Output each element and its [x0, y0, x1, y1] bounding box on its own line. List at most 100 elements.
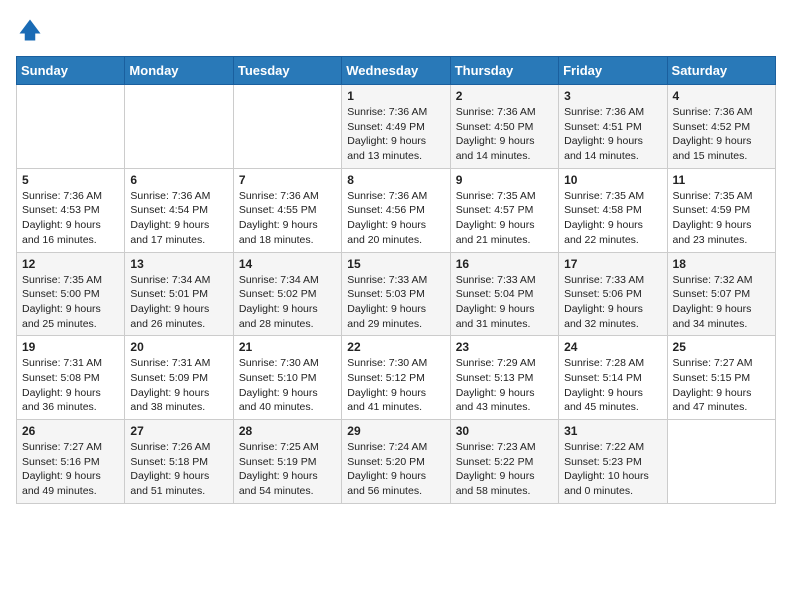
- weekday-header-monday: Monday: [125, 57, 233, 85]
- day-number: 15: [347, 257, 444, 271]
- day-number: 14: [239, 257, 336, 271]
- day-info: Sunrise: 7:34 AM Sunset: 5:02 PM Dayligh…: [239, 273, 336, 332]
- day-info: Sunrise: 7:36 AM Sunset: 4:52 PM Dayligh…: [673, 105, 770, 164]
- day-info: Sunrise: 7:26 AM Sunset: 5:18 PM Dayligh…: [130, 440, 227, 499]
- weekday-header-wednesday: Wednesday: [342, 57, 450, 85]
- day-number: 22: [347, 340, 444, 354]
- day-number: 24: [564, 340, 661, 354]
- calendar-day-cell: 28 Sunrise: 7:25 AM Sunset: 5:19 PM Dayli…: [233, 420, 341, 504]
- calendar-day-cell: 15 Sunrise: 7:33 AM Sunset: 5:03 PM Dayli…: [342, 252, 450, 336]
- calendar-day-cell: 13 Sunrise: 7:34 AM Sunset: 5:01 PM Dayli…: [125, 252, 233, 336]
- calendar-empty-cell: [667, 420, 775, 504]
- logo-icon: [16, 16, 44, 44]
- day-number: 10: [564, 173, 661, 187]
- calendar-empty-cell: [125, 85, 233, 169]
- day-info: Sunrise: 7:24 AM Sunset: 5:20 PM Dayligh…: [347, 440, 444, 499]
- day-info: Sunrise: 7:36 AM Sunset: 4:53 PM Dayligh…: [22, 189, 119, 248]
- day-number: 27: [130, 424, 227, 438]
- day-number: 26: [22, 424, 119, 438]
- day-info: Sunrise: 7:31 AM Sunset: 5:08 PM Dayligh…: [22, 356, 119, 415]
- day-number: 13: [130, 257, 227, 271]
- weekday-header-friday: Friday: [559, 57, 667, 85]
- day-number: 3: [564, 89, 661, 103]
- day-info: Sunrise: 7:34 AM Sunset: 5:01 PM Dayligh…: [130, 273, 227, 332]
- day-number: 25: [673, 340, 770, 354]
- calendar-day-cell: 10 Sunrise: 7:35 AM Sunset: 4:58 PM Dayli…: [559, 168, 667, 252]
- calendar-day-cell: 29 Sunrise: 7:24 AM Sunset: 5:20 PM Dayli…: [342, 420, 450, 504]
- day-number: 8: [347, 173, 444, 187]
- logo: [16, 16, 48, 44]
- calendar-day-cell: 4 Sunrise: 7:36 AM Sunset: 4:52 PM Daylig…: [667, 85, 775, 169]
- calendar-day-cell: 1 Sunrise: 7:36 AM Sunset: 4:49 PM Daylig…: [342, 85, 450, 169]
- day-info: Sunrise: 7:29 AM Sunset: 5:13 PM Dayligh…: [456, 356, 553, 415]
- calendar-day-cell: 8 Sunrise: 7:36 AM Sunset: 4:56 PM Daylig…: [342, 168, 450, 252]
- day-number: 6: [130, 173, 227, 187]
- calendar-day-cell: 9Sunrise: 7:35 AM Sunset: 4:57 PM Daylig…: [450, 168, 558, 252]
- day-info: Sunrise: 7:35 AM Sunset: 4:58 PM Dayligh…: [564, 189, 661, 248]
- day-info: Sunrise: 7:35 AM Sunset: 4:59 PM Dayligh…: [673, 189, 770, 248]
- day-info: Sunrise: 7:36 AM Sunset: 4:54 PM Dayligh…: [130, 189, 227, 248]
- calendar-week-row: 12Sunrise: 7:35 AM Sunset: 5:00 PM Dayli…: [17, 252, 776, 336]
- day-info: Sunrise: 7:22 AM Sunset: 5:23 PM Dayligh…: [564, 440, 661, 499]
- calendar-day-cell: 27 Sunrise: 7:26 AM Sunset: 5:18 PM Dayli…: [125, 420, 233, 504]
- day-number: 29: [347, 424, 444, 438]
- calendar-empty-cell: [17, 85, 125, 169]
- weekday-header-saturday: Saturday: [667, 57, 775, 85]
- day-number: 1: [347, 89, 444, 103]
- calendar-week-row: 5 Sunrise: 7:36 AM Sunset: 4:53 PM Daylig…: [17, 168, 776, 252]
- day-info: Sunrise: 7:35 AM Sunset: 5:00 PM Dayligh…: [22, 273, 119, 332]
- day-number: 23: [456, 340, 553, 354]
- day-info: Sunrise: 7:36 AM Sunset: 4:50 PM Dayligh…: [456, 105, 553, 164]
- day-info: Sunrise: 7:23 AM Sunset: 5:22 PM Dayligh…: [456, 440, 553, 499]
- weekday-header-thursday: Thursday: [450, 57, 558, 85]
- calendar-day-cell: 22 Sunrise: 7:30 AM Sunset: 5:12 PM Dayli…: [342, 336, 450, 420]
- day-number: 4: [673, 89, 770, 103]
- day-number: 16: [456, 257, 553, 271]
- day-number: 11: [673, 173, 770, 187]
- day-number: 31: [564, 424, 661, 438]
- day-number: 2: [456, 89, 553, 103]
- calendar-empty-cell: [233, 85, 341, 169]
- calendar-week-row: 19 Sunrise: 7:31 AM Sunset: 5:08 PM Dayli…: [17, 336, 776, 420]
- calendar-table: SundayMondayTuesdayWednesdayThursdayFrid…: [16, 56, 776, 504]
- day-info: Sunrise: 7:33 AM Sunset: 5:04 PM Dayligh…: [456, 273, 553, 332]
- calendar-week-row: 1 Sunrise: 7:36 AM Sunset: 4:49 PM Daylig…: [17, 85, 776, 169]
- day-number: 30: [456, 424, 553, 438]
- day-info: Sunrise: 7:36 AM Sunset: 4:56 PM Dayligh…: [347, 189, 444, 248]
- calendar-day-cell: 25 Sunrise: 7:27 AM Sunset: 5:15 PM Dayli…: [667, 336, 775, 420]
- calendar-day-cell: 23 Sunrise: 7:29 AM Sunset: 5:13 PM Dayli…: [450, 336, 558, 420]
- day-number: 7: [239, 173, 336, 187]
- day-info: Sunrise: 7:25 AM Sunset: 5:19 PM Dayligh…: [239, 440, 336, 499]
- day-number: 28: [239, 424, 336, 438]
- day-number: 19: [22, 340, 119, 354]
- day-info: Sunrise: 7:36 AM Sunset: 4:55 PM Dayligh…: [239, 189, 336, 248]
- calendar-day-cell: 14 Sunrise: 7:34 AM Sunset: 5:02 PM Dayli…: [233, 252, 341, 336]
- weekday-header-sunday: Sunday: [17, 57, 125, 85]
- weekday-header-tuesday: Tuesday: [233, 57, 341, 85]
- calendar-day-cell: 12Sunrise: 7:35 AM Sunset: 5:00 PM Dayli…: [17, 252, 125, 336]
- day-info: Sunrise: 7:35 AM Sunset: 4:57 PM Dayligh…: [456, 189, 553, 248]
- day-info: Sunrise: 7:36 AM Sunset: 4:51 PM Dayligh…: [564, 105, 661, 164]
- calendar-week-row: 26 Sunrise: 7:27 AM Sunset: 5:16 PM Dayli…: [17, 420, 776, 504]
- day-info: Sunrise: 7:36 AM Sunset: 4:49 PM Dayligh…: [347, 105, 444, 164]
- calendar-day-cell: 16 Sunrise: 7:33 AM Sunset: 5:04 PM Dayli…: [450, 252, 558, 336]
- calendar-day-cell: 20Sunrise: 7:31 AM Sunset: 5:09 PM Dayli…: [125, 336, 233, 420]
- weekday-header-row: SundayMondayTuesdayWednesdayThursdayFrid…: [17, 57, 776, 85]
- day-info: Sunrise: 7:27 AM Sunset: 5:16 PM Dayligh…: [22, 440, 119, 499]
- calendar-day-cell: 2 Sunrise: 7:36 AM Sunset: 4:50 PM Daylig…: [450, 85, 558, 169]
- calendar-day-cell: 21Sunrise: 7:30 AM Sunset: 5:10 PM Dayli…: [233, 336, 341, 420]
- day-info: Sunrise: 7:27 AM Sunset: 5:15 PM Dayligh…: [673, 356, 770, 415]
- day-info: Sunrise: 7:30 AM Sunset: 5:12 PM Dayligh…: [347, 356, 444, 415]
- page-header: [16, 16, 776, 44]
- calendar-day-cell: 31 Sunrise: 7:22 AM Sunset: 5:23 PM Dayli…: [559, 420, 667, 504]
- day-number: 17: [564, 257, 661, 271]
- day-info: Sunrise: 7:33 AM Sunset: 5:03 PM Dayligh…: [347, 273, 444, 332]
- day-number: 5: [22, 173, 119, 187]
- calendar-day-cell: 5 Sunrise: 7:36 AM Sunset: 4:53 PM Daylig…: [17, 168, 125, 252]
- day-info: Sunrise: 7:33 AM Sunset: 5:06 PM Dayligh…: [564, 273, 661, 332]
- calendar-day-cell: 7 Sunrise: 7:36 AM Sunset: 4:55 PM Daylig…: [233, 168, 341, 252]
- day-number: 18: [673, 257, 770, 271]
- calendar-day-cell: 24 Sunrise: 7:28 AM Sunset: 5:14 PM Dayli…: [559, 336, 667, 420]
- day-info: Sunrise: 7:28 AM Sunset: 5:14 PM Dayligh…: [564, 356, 661, 415]
- day-info: Sunrise: 7:31 AM Sunset: 5:09 PM Dayligh…: [130, 356, 227, 415]
